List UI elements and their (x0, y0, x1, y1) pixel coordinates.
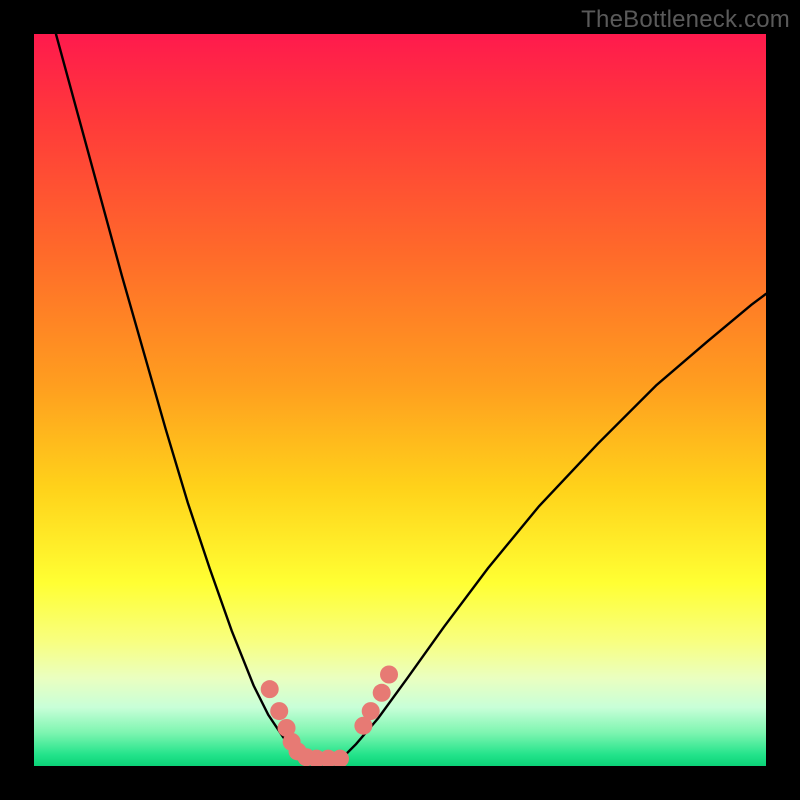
watermark-text: TheBottleneck.com (581, 6, 790, 34)
gradient-background (34, 34, 766, 766)
scatter-point (373, 684, 391, 702)
chart-frame: TheBottleneck.com (0, 0, 800, 800)
chart-svg (34, 34, 766, 766)
plot-area (34, 34, 766, 766)
scatter-point (261, 680, 279, 698)
scatter-point (270, 702, 288, 720)
scatter-point (380, 666, 398, 684)
scatter-point (362, 702, 380, 720)
